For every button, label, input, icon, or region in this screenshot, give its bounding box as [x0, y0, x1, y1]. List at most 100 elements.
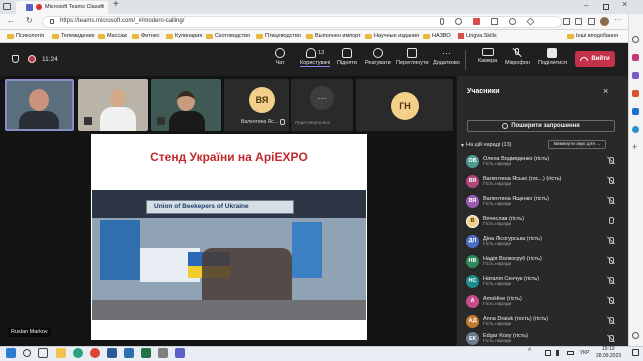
bookmark-4[interactable]: Кулинария: [166, 33, 202, 39]
settings-more-icon[interactable]: ···: [614, 16, 622, 24]
close-window-icon[interactable]: ×: [622, 0, 627, 9]
raise-hand-button[interactable]: Підняти: [337, 48, 357, 66]
bookmark-10[interactable]: Lingva.Skills: [458, 33, 497, 39]
clock-date[interactable]: 28.09.2023: [596, 353, 621, 360]
word-icon[interactable]: [107, 348, 117, 358]
edge-sidebar-drop-icon[interactable]: [632, 126, 639, 133]
split-screen-icon[interactable]: [563, 18, 570, 25]
chat-button[interactable]: Чат: [275, 48, 285, 66]
react-button[interactable]: Реагувати: [365, 48, 391, 66]
excel-icon[interactable]: [141, 348, 151, 358]
more-button[interactable]: ··· Додатково: [433, 48, 460, 66]
video-tile-more[interactable]: ··· Переглянути все: [291, 79, 353, 131]
favorites-icon[interactable]: [575, 18, 582, 25]
bookmark-2[interactable]: Массаж: [98, 33, 127, 39]
camera-button[interactable]: Камера: [478, 48, 497, 64]
video-tile-1[interactable]: [5, 79, 74, 131]
clock-time[interactable]: 15:13: [602, 346, 615, 353]
video-tile-3[interactable]: [151, 79, 221, 131]
participant-avatar: ВЯ: [466, 174, 479, 188]
participant-row[interactable]: АД Anna Draiuk (гость) (гість) Гість нара…: [466, 311, 624, 331]
participant-row[interactable]: НВ Надія Волкогруб (гість) Гість наради: [466, 251, 624, 271]
participant-row[interactable]: В Вячеслав (гість) Гість наради: [466, 211, 624, 231]
tray-chevron-icon[interactable]: ^: [528, 348, 531, 355]
share-button[interactable]: Поділитися: [538, 48, 567, 66]
edge-sidebar-add-icon[interactable]: +: [632, 143, 637, 152]
photos-icon[interactable]: [124, 348, 134, 358]
mic-search-icon[interactable]: [440, 18, 444, 25]
bookmark-8[interactable]: Научные издания: [365, 33, 419, 39]
tab-close-icon[interactable]: ×: [100, 3, 104, 10]
chrome-icon[interactable]: [90, 348, 100, 358]
back-icon[interactable]: ←: [7, 17, 15, 25]
new-tab-icon[interactable]: +: [113, 0, 119, 10]
collections-icon[interactable]: [588, 18, 595, 25]
reload-icon[interactable]: ↻: [26, 17, 33, 25]
video-tile-4[interactable]: ВЯ Валентина Яс...: [224, 79, 289, 131]
edge-sidebar-outlook-icon[interactable]: [632, 108, 639, 115]
bookmark-other[interactable]: Інші вподобання: [567, 33, 618, 39]
participant-row[interactable]: А AmoHive (гість) Гість наради: [466, 291, 624, 311]
share-invite-button[interactable]: Поширити запрошення: [467, 120, 615, 132]
tile-2-mic-off-icon: [84, 117, 92, 125]
video-tile-2[interactable]: [78, 79, 148, 131]
mute-all-button[interactable]: Вимкнути звук для ...: [548, 140, 606, 149]
start-icon[interactable]: [6, 348, 16, 358]
refresh-page-icon[interactable]: [509, 18, 516, 25]
tab-actions-icon[interactable]: [3, 3, 11, 10]
mic-button[interactable]: Мікрофон: [505, 47, 530, 66]
participant-row[interactable]: ВЯ Валентина Ясько (гос...) (гість) Гість…: [466, 171, 624, 191]
maximize-icon[interactable]: [603, 4, 609, 10]
leave-button[interactable]: Вийти: [575, 51, 615, 67]
view-button[interactable]: Переглянути: [396, 48, 429, 66]
bookmark-0[interactable]: Психологія: [7, 33, 44, 39]
lens-icon[interactable]: [455, 18, 462, 25]
chat-icon: [275, 48, 285, 58]
app-icon[interactable]: [158, 348, 168, 358]
teams-taskbar-icon[interactable]: [175, 348, 185, 358]
bookmark-3[interactable]: Фитнес: [132, 33, 160, 39]
minimize-icon[interactable]: –: [584, 2, 588, 10]
more-label: Додатково: [433, 60, 460, 66]
participant-role: Гість наради: [483, 161, 512, 167]
participant-row[interactable]: ВЯ Валентина Ященко (гість) Гість наради: [466, 191, 624, 211]
edge-sidebar-games-icon[interactable]: [632, 72, 639, 79]
edge-icon[interactable]: [73, 348, 83, 358]
bookmark-1[interactable]: Телевидение: [52, 33, 95, 39]
bookmark-5[interactable]: Скотоводство: [206, 33, 250, 39]
edge-sidebar-office-icon[interactable]: [632, 90, 639, 97]
url-text[interactable]: https://teams.microsoft.com/_#/modern-ca…: [60, 18, 184, 25]
favorite-star-icon[interactable]: [526, 17, 535, 26]
profile-avatar[interactable]: [600, 17, 609, 26]
edge-sidebar-tools-icon[interactable]: [632, 54, 639, 61]
volume-icon[interactable]: [556, 350, 562, 356]
bookmark-6[interactable]: Птицеводство: [256, 33, 301, 39]
lingva-bookmark-icon: [458, 33, 464, 39]
mic-off-icon: [512, 47, 523, 58]
file-explorer-icon[interactable]: [56, 348, 66, 358]
battery-icon[interactable]: [567, 351, 574, 355]
task-view-icon[interactable]: [38, 348, 48, 358]
folder-icon: [365, 33, 372, 39]
participant-row[interactable]: ДЛ Діна Лісогурська (гість) Гість наради: [466, 231, 624, 251]
bookmark-7[interactable]: Выполнен импорт: [306, 33, 361, 39]
video-tile-6[interactable]: ГН: [356, 79, 453, 131]
network-icon[interactable]: [545, 350, 551, 356]
participant-row[interactable]: ЕК Edgar Kosy (гість) Гість наради: [466, 331, 624, 346]
lingva-icon[interactable]: [473, 18, 480, 25]
people-button[interactable]: 13 Користувачі: [300, 48, 331, 67]
section-chevron-icon[interactable]: ▼: [460, 143, 465, 149]
bookmark-9[interactable]: НАЗВО: [423, 33, 451, 39]
search-icon[interactable]: [23, 349, 31, 357]
edge-sidebar-settings-icon[interactable]: [632, 332, 639, 339]
lock-icon[interactable]: [50, 19, 54, 24]
notification-icon[interactable]: [632, 349, 639, 356]
address-bar-action-icons[interactable]: [440, 17, 550, 26]
translate-icon[interactable]: [491, 18, 498, 25]
panel-close-icon[interactable]: ×: [603, 86, 608, 96]
edge-sidebar-search-icon[interactable]: [632, 36, 639, 43]
leave-label: Вийти: [591, 56, 610, 62]
participant-row[interactable]: НС Наталія Сенчук (гість) Гість наради: [466, 271, 624, 291]
participant-row[interactable]: ОВ Олена Водмеденко (гість) Гість наради: [466, 151, 624, 171]
keyboard-language[interactable]: УКР: [580, 350, 589, 357]
